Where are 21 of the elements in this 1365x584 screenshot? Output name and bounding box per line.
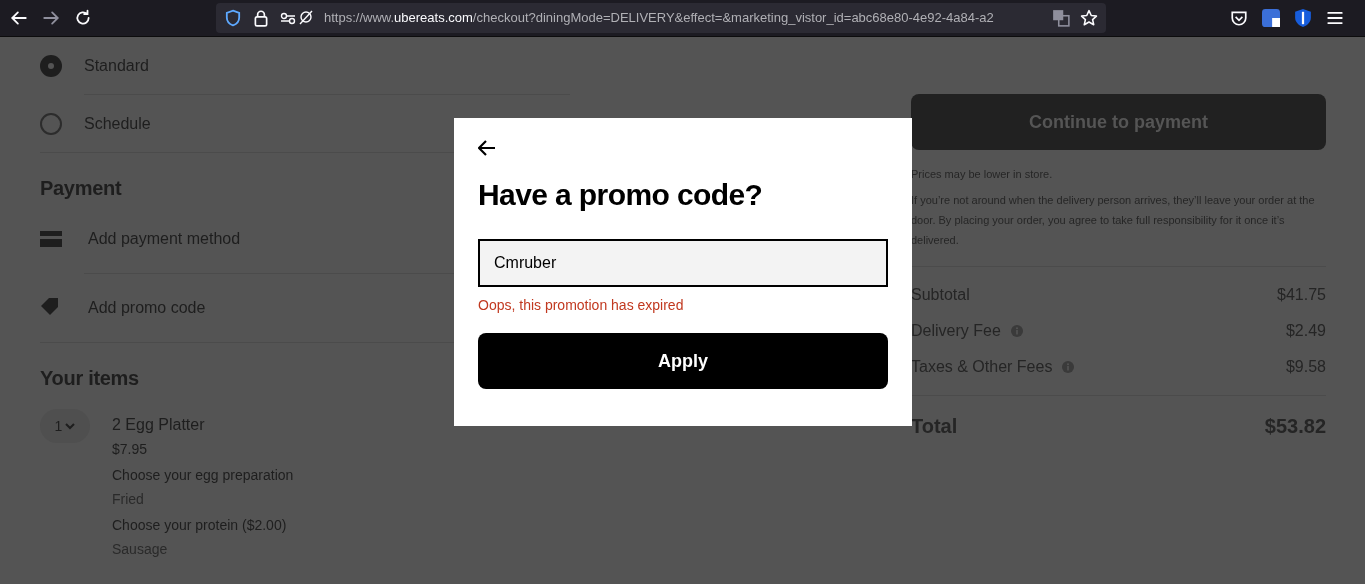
- pocket-icon[interactable]: [1230, 9, 1248, 27]
- apply-button[interactable]: Apply: [478, 333, 888, 389]
- star-icon[interactable]: [1080, 9, 1098, 27]
- modal-title: Have a promo code?: [478, 177, 764, 213]
- translate-icon[interactable]: [1052, 9, 1070, 27]
- card-icon: [40, 231, 62, 247]
- back-arrow-icon[interactable]: [478, 140, 496, 156]
- shield-icon[interactable]: [224, 9, 242, 27]
- menu-icon[interactable]: [1326, 9, 1344, 27]
- reload-icon[interactable]: [74, 9, 92, 27]
- error-message: Oops, this promotion has expired: [478, 296, 685, 315]
- back-icon[interactable]: [10, 9, 28, 27]
- forward-icon[interactable]: [42, 9, 60, 27]
- translator-extension-icon[interactable]: [1262, 9, 1280, 27]
- promo-code-field[interactable]: Cmruber: [478, 239, 888, 287]
- lock-icon[interactable]: [252, 9, 270, 27]
- permissions-icon[interactable]: [280, 10, 314, 26]
- chevron-down-icon: [65, 422, 76, 430]
- radio-button[interactable]: [40, 54, 62, 77]
- shield-extension-icon[interactable]: [1294, 9, 1312, 27]
- radio-button[interactable]: [40, 112, 62, 135]
